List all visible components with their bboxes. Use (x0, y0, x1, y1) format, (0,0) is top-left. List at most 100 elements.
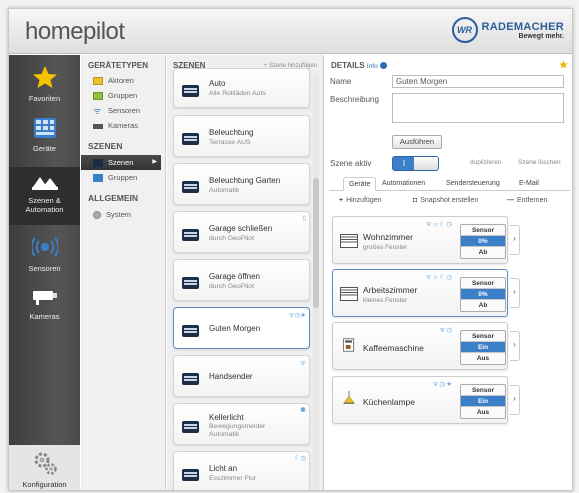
camera-small-icon (93, 123, 103, 129)
scene-subtitle: durch GeoPilot (209, 235, 254, 242)
device-row[interactable]: Kaffeemaschine ᯤ◷ Sensor Ein Aus (332, 322, 508, 370)
down-button[interactable]: Ab (461, 300, 505, 311)
brand-logo: WR RADEMACHER Bewegt mehr. (451, 17, 564, 43)
scene-list: Auto Alle Rollläden Auts Beleuchtung Ter… (167, 68, 324, 490)
scenes-icon (31, 177, 58, 190)
type-item-aktoren[interactable]: Aktoren (81, 73, 165, 88)
device-row[interactable]: Arbeitszimmer kleines Fenster ᯤ☼☾◷ Senso… (332, 269, 508, 317)
scenes-scrollbar[interactable] (313, 75, 319, 490)
off-button[interactable]: Aus (461, 407, 505, 418)
nav-item-favoriten[interactable]: Favoriten (9, 65, 80, 109)
scene-title: Garage schließen (209, 224, 273, 233)
type-item-system[interactable]: System (81, 207, 165, 222)
nav-label: Sensoren (28, 264, 61, 273)
tab-sendersteuerung[interactable]: Sendersteuerung (441, 177, 505, 191)
sensor-button[interactable]: Sensor (461, 278, 505, 289)
app-title: homepilot (25, 18, 125, 45)
chevron-right-icon[interactable]: › (510, 385, 520, 415)
scene-title: Kellerlicht (209, 413, 244, 422)
scene-card[interactable]: Beleuchtung Terrasse AUS (173, 115, 310, 157)
scene-subtitle: Terrasse AUS (209, 139, 251, 146)
toggle-knob (414, 157, 438, 170)
type-item-kameras[interactable]: Kameras (81, 118, 165, 133)
scene-card[interactable]: Auto Alle Rollläden Auts (173, 68, 310, 108)
device-control[interactable]: Sensor Ein Aus (460, 330, 506, 365)
duplicate-link[interactable]: duplizieren (470, 159, 501, 166)
device-control[interactable]: Sensor 0% Ab (460, 277, 506, 312)
device-name: Wohnzimmer (363, 232, 413, 242)
device-control[interactable]: Sensor 0% Ab (460, 224, 506, 259)
sensor-button[interactable]: Sensor (461, 331, 505, 342)
nav-item-konfiguration[interactable]: Konfiguration (9, 445, 80, 490)
scene-card[interactable]: Beleuchtung Garten Automatik (173, 163, 310, 205)
device-control[interactable]: Sensor Ein Aus (460, 384, 506, 419)
toggle-on-label: I (402, 159, 406, 168)
scene-subtitle: Bewegungsmelder (209, 423, 266, 430)
scene-subtitle: durch GeoPilot (209, 283, 254, 290)
snapshot-button[interactable]: ◘ Snapshot erstellen (413, 197, 478, 204)
info-link[interactable]: Info (367, 63, 378, 70)
type-item-sensoren[interactable]: ᯤ Sensoren (81, 103, 165, 118)
nav-label: Favoriten (28, 94, 61, 103)
favorite-star-icon[interactable]: ★ (559, 60, 568, 71)
value-display[interactable]: 0% (461, 236, 505, 247)
scene-card[interactable]: Kellerlicht Bewegungsmelder Automatik ⚈ (173, 403, 310, 445)
description-label: Beschreibung (330, 95, 379, 104)
nav-item-szenen[interactable]: Szenen & Automation (9, 167, 80, 225)
scene-card[interactable]: Garage schließen durch GeoPilot ▯ (173, 211, 310, 253)
scene-card-selected[interactable]: Guten Morgen ᯤ◷★ (173, 307, 310, 349)
description-textarea[interactable] (392, 93, 564, 123)
type-item-szenen[interactable]: Szenen ▶ (81, 155, 161, 170)
scene-title: Guten Morgen (209, 324, 261, 333)
scene-subtitle: Esszimmer Flur (209, 475, 257, 482)
scene-card[interactable]: Licht an Esszimmer Flur ☾◷ (173, 451, 310, 490)
chevron-right-icon[interactable]: › (510, 278, 520, 308)
details-panel: DETAILS Info ★ Name Beschreibung Ausführ… (325, 55, 572, 490)
value-display[interactable]: 0% (461, 289, 505, 300)
scene-title: Garage öffnen (209, 272, 261, 281)
brand-logo-mark: WR (451, 17, 478, 43)
type-item-szenen-gruppen[interactable]: Gruppen (81, 170, 165, 185)
actuator-icon (93, 76, 103, 85)
nav-item-geraete[interactable]: Geräte (9, 117, 80, 161)
scene-card[interactable]: Garage öffnen durch GeoPilot (173, 259, 310, 301)
phone-icon: ▯ (302, 215, 306, 222)
nav-label: Szenen & Automation (25, 196, 64, 214)
info-icon[interactable] (379, 62, 387, 69)
off-button[interactable]: Aus (461, 353, 505, 364)
device-name: Kaffeemaschine (363, 343, 424, 353)
add-device-button[interactable]: + Hinzufügen (339, 197, 382, 204)
name-input[interactable] (392, 75, 564, 88)
sensor-button[interactable]: Sensor (461, 225, 505, 236)
tab-email[interactable]: E-Mail (514, 177, 544, 191)
scene-subtitle: Alle Rollläden Auts (209, 90, 266, 97)
scene-card[interactable]: Handsender ᯤ (173, 355, 310, 397)
chevron-right-icon[interactable]: › (510, 331, 520, 361)
scene-title: Handsender (209, 372, 253, 381)
shutter-icon (182, 85, 199, 97)
nav-item-sensoren[interactable]: Sensoren (9, 235, 80, 279)
device-row[interactable]: Küchenlampe ᯤ◷★ Sensor Ein Aus (332, 376, 508, 424)
scene-title: Licht an (209, 464, 238, 473)
on-button[interactable]: Ein (461, 396, 505, 407)
status-icons: ᯤ◷★ (432, 381, 453, 388)
status-icons: ᯤ◷ (439, 327, 453, 334)
device-desc: kleines Fenster (363, 297, 408, 304)
scrollbar-thumb[interactable] (313, 178, 319, 308)
status-icons: ᯤ☼☾◷ (425, 274, 453, 281)
delete-scene-link[interactable]: Szene löschen (518, 159, 561, 166)
type-label: System (106, 210, 132, 219)
nav-item-kameras[interactable]: Kameras (9, 287, 80, 331)
tab-automationen[interactable]: Automationen (377, 177, 430, 191)
remove-device-button[interactable]: — Entfernen (507, 197, 547, 204)
window-shutter-icon (340, 287, 358, 301)
device-row[interactable]: Wohnzimmer großes Fenster ᯤ☼☾◷ Sensor 0%… (332, 216, 508, 264)
down-button[interactable]: Ab (461, 247, 505, 258)
scene-active-toggle[interactable]: I (392, 156, 439, 171)
chevron-right-icon[interactable]: › (510, 225, 520, 255)
sensor-button[interactable]: Sensor (461, 385, 505, 396)
tab-geraete[interactable]: Geräte (343, 177, 377, 191)
run-button[interactable]: Ausführen (392, 135, 442, 149)
type-item-gruppen[interactable]: Gruppen (81, 88, 165, 103)
on-button[interactable]: Ein (461, 342, 505, 353)
